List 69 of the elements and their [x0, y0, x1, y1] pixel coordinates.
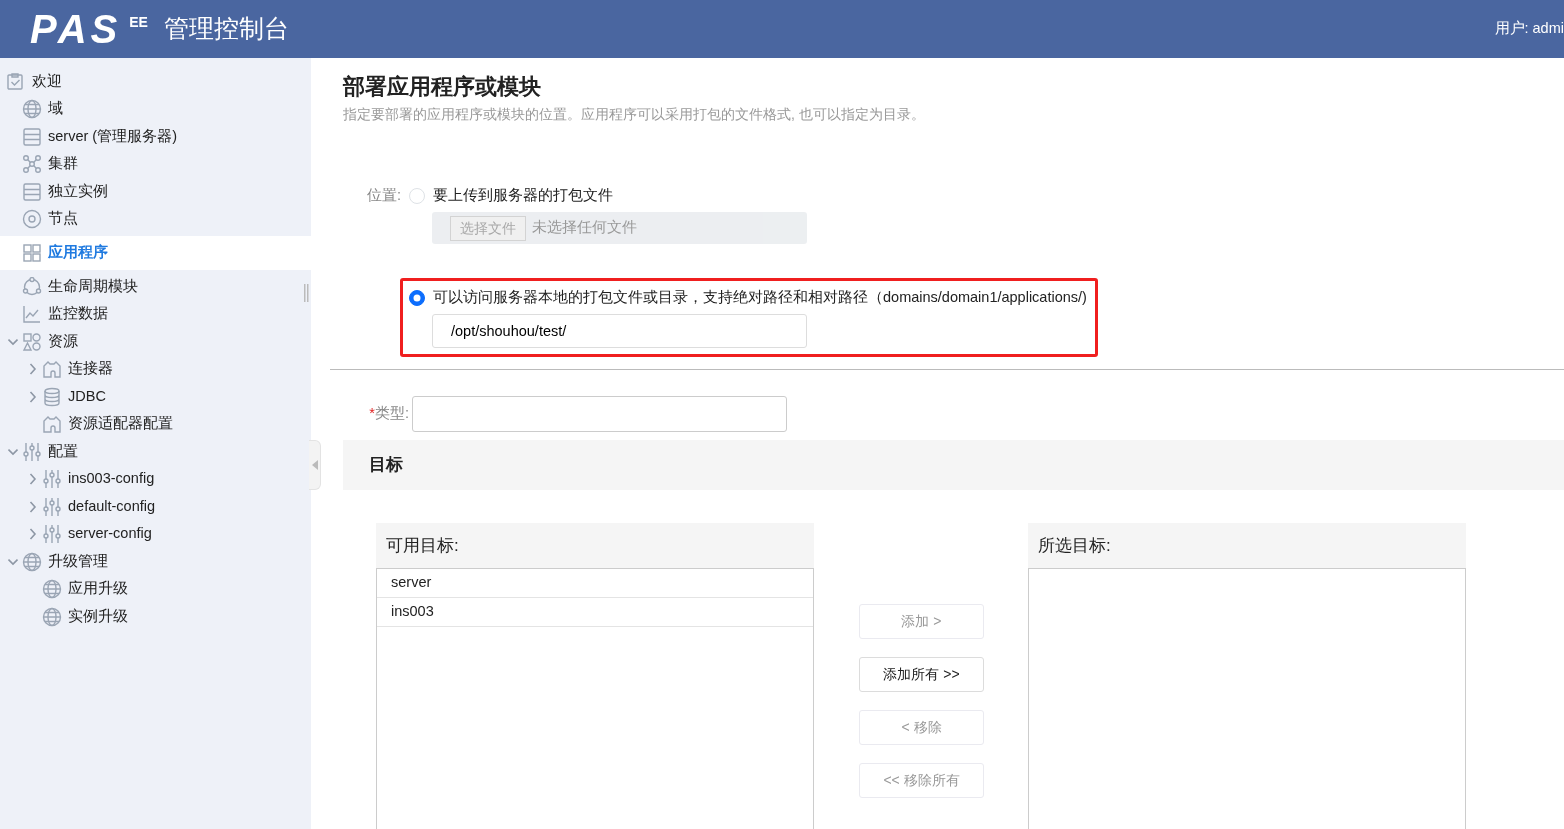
tree-item[interactable]: 升级管理 [0, 548, 311, 576]
tree-item[interactable]: default-config [0, 493, 311, 521]
tree-item[interactable]: 监控数据 [0, 300, 311, 328]
shapes-icon [22, 331, 42, 352]
radio-label: 要上传到服务器的打包文件 [433, 186, 613, 206]
tree-item[interactable]: 独立实例 [0, 178, 311, 206]
tree-item[interactable]: ins003-config [0, 465, 311, 493]
globe-icon [22, 551, 42, 572]
chevron-right-icon[interactable] [28, 363, 38, 376]
list-header: 所选目标: [1028, 522, 1466, 569]
line-chart-icon [22, 304, 42, 325]
edition-label: EE [129, 13, 148, 32]
grid-icon [22, 243, 42, 263]
cycle-icon [22, 276, 42, 297]
tree-item[interactable]: 域 [0, 95, 311, 123]
type-label: 类型: [374, 405, 409, 421]
clipboard-check-icon [6, 71, 26, 92]
resize-grip-icon[interactable] [304, 284, 309, 302]
tree-item[interactable]: 资源适配器配置 [0, 410, 311, 438]
radio-button[interactable] [409, 290, 425, 306]
page-title: 部署应用程序或模块 [343, 74, 542, 101]
tree-item[interactable]: 节点 [0, 205, 311, 233]
tree-item[interactable]: 应用程序 [0, 236, 311, 270]
collapse-handle[interactable] [309, 440, 321, 490]
chevron-right-icon[interactable] [28, 528, 38, 541]
house-outline-icon [42, 414, 62, 435]
chevron-right-icon[interactable] [28, 500, 38, 513]
tree-item[interactable]: 实例升级 [0, 603, 311, 631]
tree-item[interactable]: JDBC [0, 383, 311, 411]
logo: PAS [30, 9, 122, 49]
type-select[interactable] [412, 395, 787, 432]
section-header: 目标 [343, 439, 1564, 490]
tree-item[interactable]: 配置 [0, 438, 311, 466]
page-description: 指定要部署的应用程序或模块的位置。应用程序可以采用打包的文件格式, 也可以指定为目录。 [343, 105, 926, 125]
required-mark: * [369, 405, 375, 421]
chevron-right-icon[interactable] [28, 473, 38, 486]
user-label: 用户: admi [1494, 19, 1564, 38]
list-item[interactable]: server [377, 568, 813, 598]
globe-icon [42, 606, 62, 627]
path-input[interactable]: /opt/shouhou/test/ [432, 313, 807, 348]
server-icon [22, 181, 42, 202]
tree-item[interactable]: server-config [0, 520, 311, 548]
tree-item[interactable]: 应用升级 [0, 575, 311, 603]
list-item[interactable]: ins003 [377, 597, 813, 627]
tree-item[interactable]: 连接器 [0, 355, 311, 383]
sliders-icon [42, 496, 62, 517]
file-status: 未选择任何文件 [532, 218, 637, 238]
globe-icon [42, 579, 62, 600]
chevron-right-icon[interactable] [28, 390, 38, 403]
app-title: 管理控制台 [163, 13, 289, 45]
collapse-triangle-icon [311, 460, 318, 470]
house-outline-icon [42, 359, 62, 380]
field-label: 位置: [365, 186, 402, 206]
radio-label: 可以访问服务器本地的打包文件或目录，支持绝对路径和相对路径（domains/domain1/applications/) [433, 288, 1087, 308]
globe-icon [22, 99, 42, 120]
tree-item[interactable]: 资源 [0, 328, 311, 356]
server-icon [22, 126, 42, 147]
move-button[interactable]: 添加所有 >> [859, 656, 984, 692]
tree-item[interactable]: 欢迎 [0, 68, 311, 96]
tree-item[interactable]: 集群 [0, 150, 311, 178]
target-icon [22, 209, 42, 230]
tree-item[interactable]: 生命周期模块 [0, 273, 311, 301]
sliders-icon [22, 441, 42, 462]
tree-item[interactable]: server (管理服务器) [0, 123, 311, 151]
sliders-icon [42, 469, 62, 490]
database-icon [42, 386, 62, 407]
list-header: 可用目标: [376, 522, 814, 569]
sliders-icon [42, 524, 62, 545]
cluster-icon [22, 154, 42, 175]
